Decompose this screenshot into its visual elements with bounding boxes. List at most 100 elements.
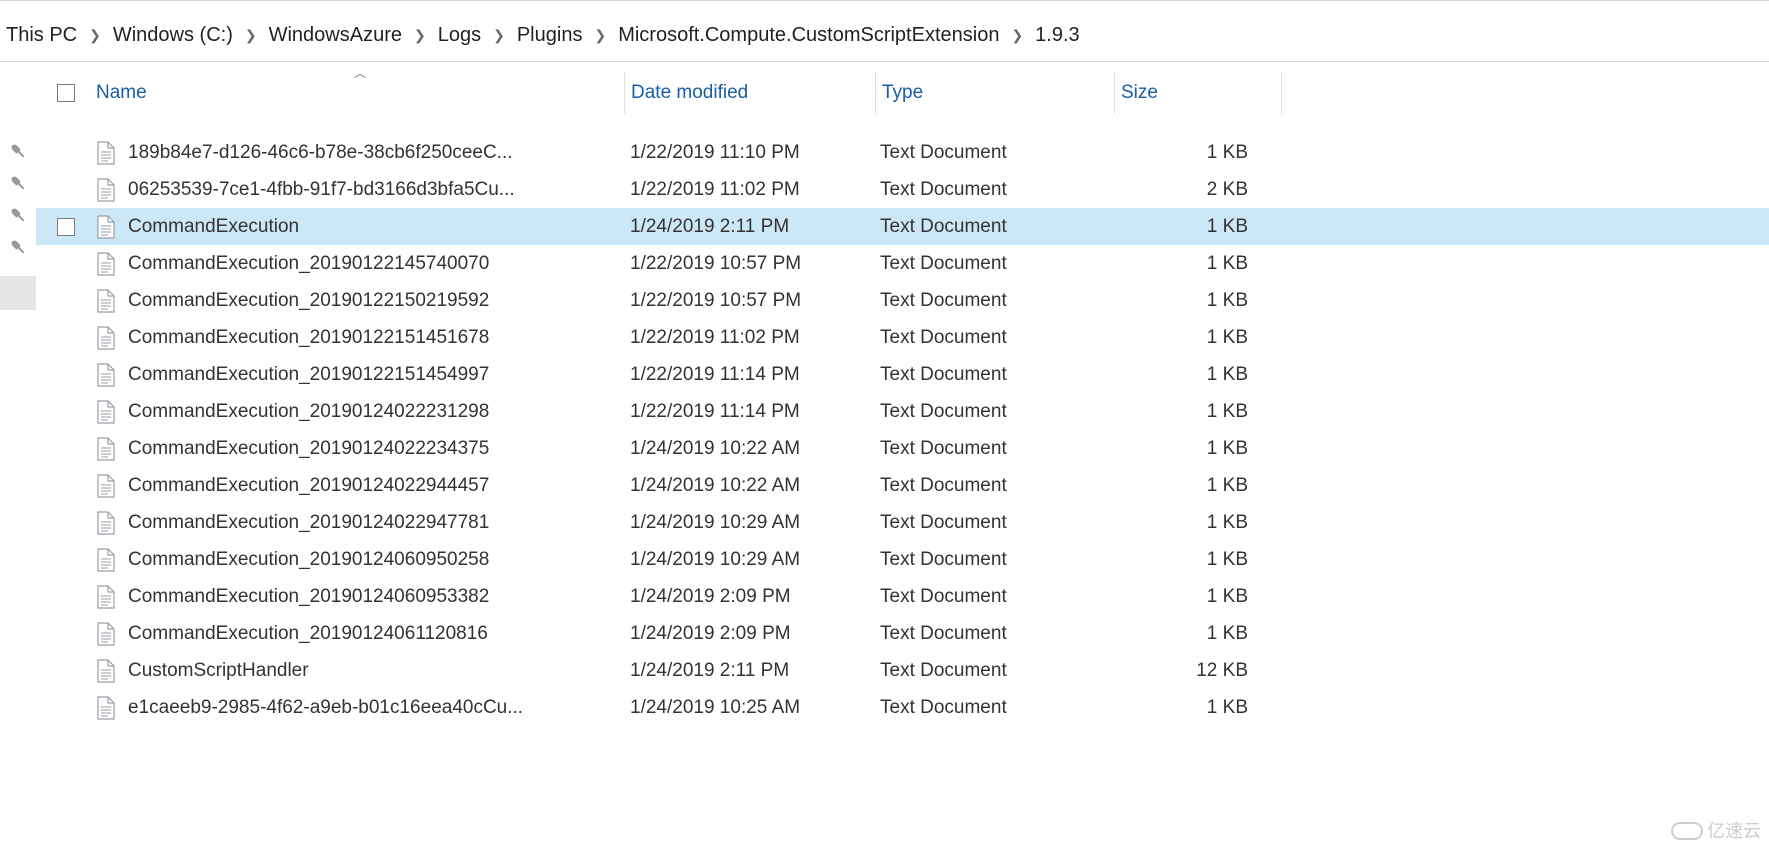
file-row[interactable]: CommandExecution_20190124022231298 1/22/2… — [36, 393, 1769, 430]
pin-icon[interactable] — [8, 173, 28, 193]
breadcrumb-item[interactable]: Microsoft.Compute.CustomScriptExtension — [614, 22, 1003, 49]
file-rows: 189b84e7-d126-46c6-b78e-38cb6f250ceeC...… — [36, 114, 1769, 726]
file-date-modified: 1/24/2019 2:11 PM — [624, 216, 874, 238]
file-name-cell[interactable]: CommandExecution_20190124022944457 — [96, 474, 624, 498]
breadcrumb-item[interactable]: Logs — [434, 22, 485, 49]
file-row[interactable]: CommandExecution_201901240229444571/24/2… — [36, 467, 1769, 504]
file-row[interactable]: e1caeeb9-2985-4f62-a9eb-b01c16eea40cCu..… — [36, 689, 1769, 726]
file-name: CommandExecution_20190124022231298 — [128, 401, 614, 423]
file-name-cell[interactable]: e1caeeb9-2985-4f62-a9eb-b01c16eea40cCu..… — [96, 696, 624, 720]
file-date-modified: 1/24/2019 2:11 PM — [624, 660, 874, 682]
chevron-right-icon[interactable]: ❯ — [81, 28, 109, 42]
file-name-cell[interactable]: 06253539-7ce1-4fbb-91f7-bd3166d3bfa5Cu..… — [96, 178, 624, 202]
watermark-text: 亿速云 — [1707, 817, 1761, 843]
file-date-modified: 1/24/2019 10:22 AM — [624, 475, 874, 497]
file-size: 1 KB — [1112, 623, 1272, 645]
column-header-size[interactable]: Size — [1115, 72, 1282, 114]
column-header-row: ︿ Name Date modified Type Size — [36, 72, 1769, 114]
chevron-right-icon[interactable]: ❯ — [1003, 28, 1031, 42]
file-name-cell[interactable]: CommandExecution_20190124022234375 — [96, 437, 624, 461]
select-all-checkbox[interactable] — [57, 84, 75, 102]
pin-icon[interactable] — [8, 141, 28, 161]
file-name-cell[interactable]: CommandExecution_20190122145740070 — [96, 252, 624, 276]
quick-access-strip — [0, 62, 36, 847]
file-type: Text Document — [874, 253, 1112, 275]
file-name-cell[interactable]: CommandExecution — [96, 215, 624, 239]
file-name-cell[interactable]: CommandExecution_20190124060950258 — [96, 548, 624, 572]
row-checkbox-cell[interactable] — [36, 218, 96, 236]
file-row[interactable]: CommandExecution_20190122145740070 1/22/2… — [36, 245, 1769, 282]
pin-icon[interactable] — [8, 205, 28, 225]
file-row[interactable]: CommandExecution1/24/2019 2:11 PMText Do… — [36, 208, 1769, 245]
file-row[interactable]: CommandExecution_201901240609533821/24/2… — [36, 578, 1769, 615]
column-header-type-label: Type — [882, 82, 923, 104]
file-date-modified: 1/22/2019 11:14 PM — [624, 401, 874, 423]
column-header-type[interactable]: Type — [876, 72, 1115, 114]
file-size: 1 KB — [1112, 253, 1272, 275]
file-name-cell[interactable]: 189b84e7-d126-46c6-b78e-38cb6f250ceeC... — [96, 141, 624, 165]
file-name-cell[interactable]: CustomScriptHandler — [96, 659, 624, 683]
file-name-cell[interactable]: CommandExecution_20190122151454997 — [96, 363, 624, 387]
file-size: 1 KB — [1112, 216, 1272, 238]
file-size: 1 KB — [1112, 586, 1272, 608]
file-type: Text Document — [874, 216, 1112, 238]
text-document-icon — [96, 659, 116, 683]
chevron-right-icon[interactable]: ❯ — [485, 28, 513, 42]
file-name: CommandExecution_20190124022234375 — [128, 438, 614, 460]
file-row[interactable]: 189b84e7-d126-46c6-b78e-38cb6f250ceeC...… — [36, 134, 1769, 171]
file-row[interactable]: 06253539-7ce1-4fbb-91f7-bd3166d3bfa5Cu..… — [36, 171, 1769, 208]
breadcrumb-item[interactable]: Windows (C:) — [109, 22, 237, 49]
file-date-modified: 1/22/2019 10:57 PM — [624, 253, 874, 275]
file-row[interactable]: CommandExecution_201901221502195921/22/2… — [36, 282, 1769, 319]
chevron-right-icon[interactable]: ❯ — [406, 28, 434, 42]
file-size: 1 KB — [1112, 142, 1272, 164]
text-document-icon — [96, 252, 116, 276]
file-size: 1 KB — [1112, 364, 1272, 386]
chevron-right-icon[interactable]: ❯ — [237, 28, 265, 42]
row-checkbox[interactable] — [57, 218, 75, 236]
file-row[interactable]: CommandExecution_201901240609502581/24/2… — [36, 541, 1769, 578]
file-name-cell[interactable]: CommandExecution_20190122151451678 — [96, 326, 624, 350]
column-header-name[interactable]: ︿ Name — [96, 72, 625, 114]
file-row[interactable]: CommandExecution_201901240229477811/24/2… — [36, 504, 1769, 541]
file-size: 1 KB — [1112, 438, 1272, 460]
breadcrumb-item[interactable]: 1.9.3 — [1031, 22, 1083, 49]
file-name-cell[interactable]: CommandExecution_20190124022947781 — [96, 511, 624, 535]
file-list-panel: ︿ Name Date modified Type Size 189b84e7-… — [36, 62, 1769, 847]
file-row[interactable]: CommandExecution_201901240611208161/24/2… — [36, 615, 1769, 652]
watermark: 亿速云 — [1669, 817, 1761, 843]
text-document-icon — [96, 474, 116, 498]
pin-icon[interactable] — [8, 237, 28, 257]
file-size: 1 KB — [1112, 327, 1272, 349]
file-row[interactable]: CommandExecution_201901221514549971/22/2… — [36, 356, 1769, 393]
file-name: CommandExecution_20190122151451678 — [128, 327, 614, 349]
column-header-checkbox[interactable] — [36, 84, 96, 102]
file-name-cell[interactable]: CommandExecution_20190124022231298 — [96, 400, 624, 424]
file-size: 1 KB — [1112, 512, 1272, 534]
file-name: CommandExecution_20190122150219592 — [128, 290, 614, 312]
text-document-icon — [96, 363, 116, 387]
file-date-modified: 1/24/2019 2:09 PM — [624, 586, 874, 608]
file-row[interactable]: CustomScriptHandler1/24/2019 2:11 PMText… — [36, 652, 1769, 689]
file-name-cell[interactable]: CommandExecution_20190124061120816 — [96, 622, 624, 646]
file-row[interactable]: CommandExecution_201901240222343751/24/2… — [36, 430, 1769, 467]
file-name-cell[interactable]: CommandExecution_20190122150219592 — [96, 289, 624, 313]
breadcrumb-item[interactable]: This PC — [2, 22, 81, 49]
chevron-right-icon[interactable]: ❯ — [586, 28, 614, 42]
file-type: Text Document — [874, 623, 1112, 645]
text-document-icon — [96, 141, 116, 165]
breadcrumb-item[interactable]: Plugins — [513, 22, 587, 49]
quick-access-selected-slot[interactable] — [0, 276, 36, 310]
file-date-modified: 1/22/2019 11:02 PM — [624, 179, 874, 201]
text-document-icon — [96, 437, 116, 461]
breadcrumb-item[interactable]: WindowsAzure — [265, 22, 406, 49]
file-date-modified: 1/22/2019 11:02 PM — [624, 327, 874, 349]
file-name: CommandExecution_20190122151454997 — [128, 364, 614, 386]
column-header-date[interactable]: Date modified — [625, 72, 876, 114]
file-name: CommandExecution_20190122145740070 — [128, 253, 614, 275]
file-type: Text Document — [874, 512, 1112, 534]
file-name: CommandExecution_20190124061120816 — [128, 623, 614, 645]
file-row[interactable]: CommandExecution_20190122151451678 1/22/2… — [36, 319, 1769, 356]
file-name-cell[interactable]: CommandExecution_20190124060953382 — [96, 585, 624, 609]
file-size: 1 KB — [1112, 290, 1272, 312]
